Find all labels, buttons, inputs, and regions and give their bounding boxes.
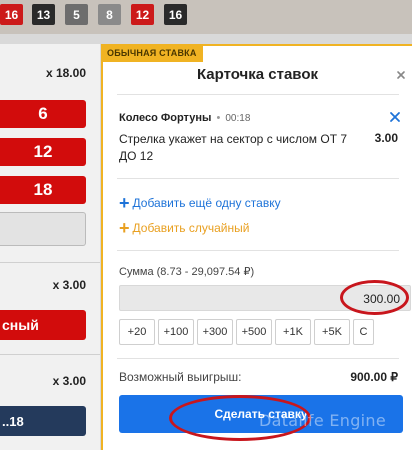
quick-stake-buttons: +20 +100 +300 +500 +1K +5K C [119,319,374,345]
annotation-circle [340,280,409,315]
divider [117,250,399,251]
range-bet-button[interactable]: ..18 [0,406,86,436]
divider [117,358,399,359]
add-random-link[interactable]: + Добавить случайный [119,218,250,238]
history-item: 13 [32,4,55,25]
number-bet-button[interactable]: 18 [0,176,86,204]
close-icon-graphic [397,71,405,79]
bet-outcome: Стрелка укажет на сектор с числом ОТ 7 Д… [119,132,348,163]
number-bet-button[interactable]: 12 [0,138,86,166]
quick-stake-button[interactable]: +1K [275,319,311,345]
divider [117,178,399,179]
remove-bet-icon[interactable] [388,110,402,124]
divider [0,354,100,355]
add-bet-label: Добавить ещё одну ставку [132,196,281,210]
color-bet-button[interactable]: сный [0,310,86,340]
multiplier-label: x 3.00 [52,278,86,292]
possible-win-label: Возможный выигрыш: [119,370,242,384]
quick-stake-button[interactable]: +300 [197,319,233,345]
history-item: 8 [98,4,121,25]
multiplier-label: x 18.00 [45,66,86,80]
quick-stake-button[interactable]: +5K [314,319,350,345]
quick-stake-button[interactable]: +100 [158,319,194,345]
add-bet-link[interactable]: + Добавить ещё одну ставку [119,193,281,213]
bet-type-tag: ОБЫЧНАЯ СТАВКА [101,44,203,62]
event-time: 00:18 [225,113,251,124]
plus-icon: + [119,193,130,213]
possible-win-value: 900.00 ₽ [350,370,398,384]
clear-stake-button[interactable]: C [353,319,374,345]
history-item: 12 [131,4,154,25]
number-bet-button[interactable]: 6 [0,100,86,128]
plus-icon: + [119,218,130,238]
history-item: 5 [65,4,88,25]
bet-slip-title: Карточка ставок [196,66,319,83]
bet-slip: ОБЫЧНАЯ СТАВКА Карточка ставок Колесо Фо… [101,44,412,450]
history-item: 16 [0,4,23,25]
quick-stake-button[interactable]: +500 [236,319,272,345]
history-item: 16 [164,4,187,25]
history-strip: 16 13 5 8 12 16 [0,0,412,34]
event-header: Колесо Фортуны • 00:18 [119,112,250,124]
bet-odds: 3.00 [374,131,398,145]
watermark: Datalife Engine [259,411,386,430]
quick-stake-button[interactable]: +20 [119,319,155,345]
bet-option-box[interactable] [0,212,86,246]
add-random-label: Добавить случайный [132,221,250,235]
multiplier-label: x 3.00 [52,374,86,388]
close-icon[interactable] [394,68,408,82]
divider [0,262,100,263]
divider [117,94,399,95]
event-name: Колесо Фортуны [119,112,212,124]
event-separator: • [216,112,221,124]
game-panel: x 18.00 6 12 18 x 3.00 сный x 3.00 ..18 [0,44,100,450]
amount-label: Сумма (8.73 - 29,097.54 ₽) [119,266,255,278]
remove-icon-graphic [390,112,400,122]
